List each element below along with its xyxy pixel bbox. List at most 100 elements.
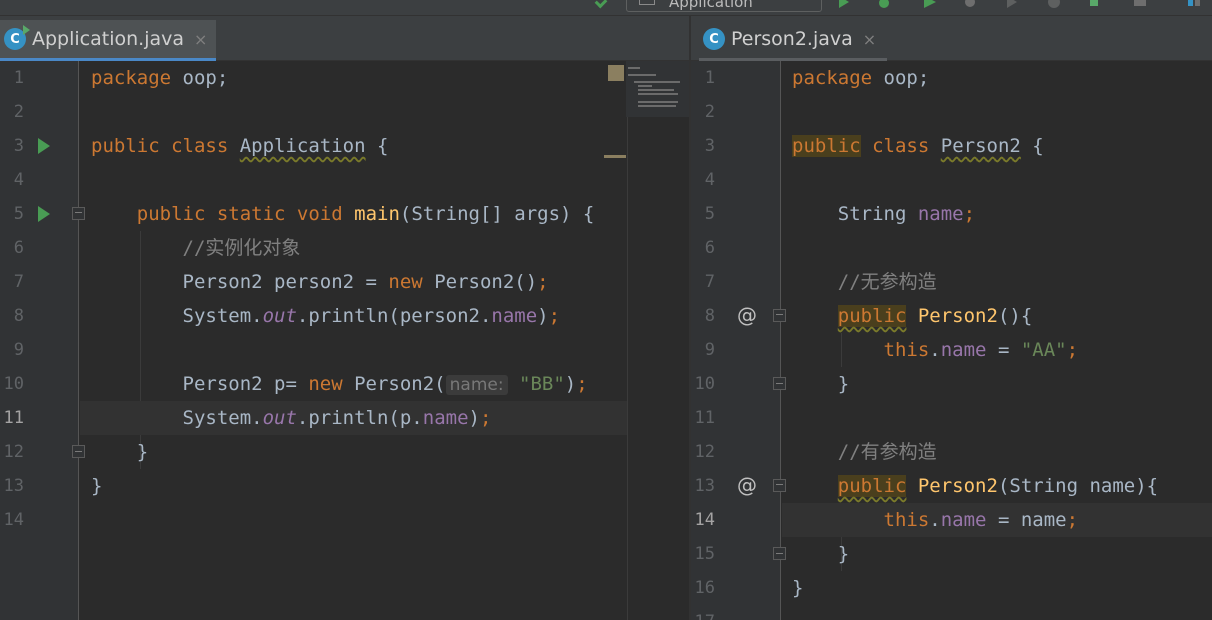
stop-icon[interactable]: [1046, 0, 1062, 8]
code-text: //无参构造: [837, 271, 937, 293]
current-code-line[interactable]: 14 this.name = name;: [691, 503, 1212, 537]
code-line[interactable]: 7 Person2 person2 = new Person2();: [0, 265, 689, 299]
code-line[interactable]: 6: [691, 231, 1212, 265]
code-line[interactable]: 3 public class Person2 {: [691, 129, 1212, 163]
fold-open-icon[interactable]: [72, 207, 85, 220]
left-tab-bar: C Application.java ×: [0, 16, 689, 61]
run-configuration-label: Application: [669, 0, 753, 11]
project-structure-icon[interactable]: [1132, 0, 1148, 8]
code-line[interactable]: 5 String name;: [691, 197, 1212, 231]
java-class-icon: C: [703, 28, 725, 50]
line-number: 13: [694, 476, 715, 496]
right-code-editor[interactable]: 1 package oop; 2 3 public class Person2 { …: [691, 61, 1212, 620]
run-class-icon[interactable]: [38, 138, 50, 154]
code-text: }: [91, 441, 149, 463]
line-number: 15: [694, 544, 715, 564]
line-number: 5: [13, 204, 24, 224]
profile-icon[interactable]: [962, 0, 978, 8]
code-line[interactable]: 12 }: [0, 435, 689, 469]
code-line[interactable]: 12 //有参构造: [691, 435, 1212, 469]
line-number: 12: [3, 442, 24, 462]
code-line[interactable]: 16}: [691, 571, 1212, 605]
line-number: 3: [13, 136, 24, 156]
code-line[interactable]: 9: [0, 333, 689, 367]
code-line[interactable]: 15 }: [691, 537, 1212, 571]
run-main-icon[interactable]: [38, 206, 50, 222]
code-line[interactable]: 9 this.name = "AA";: [691, 333, 1212, 367]
code-line[interactable]: 4: [0, 163, 689, 197]
code-text: System.out.println(p.name);: [91, 407, 492, 429]
code-text: String name;: [792, 203, 976, 225]
code-text: Person2 person2 = new Person2();: [91, 271, 549, 293]
line-number: 9: [704, 340, 715, 360]
code-text: }: [792, 373, 850, 395]
code-line[interactable]: 10 }: [691, 367, 1212, 401]
code-line[interactable]: 11: [691, 401, 1212, 435]
build-arrow-icon[interactable]: [594, 0, 608, 9]
run-configuration-select[interactable]: Application: [626, 0, 822, 12]
overrides-icon[interactable]: @: [737, 301, 757, 329]
coverage-icon[interactable]: [922, 0, 938, 8]
code-line[interactable]: 7 //无参构造: [691, 265, 1212, 299]
line-number: 8: [13, 306, 24, 326]
code-text: //有参构造: [837, 441, 937, 463]
fold-close-icon[interactable]: [773, 377, 786, 390]
code-text: package oop;: [792, 67, 930, 89]
code-line[interactable]: 2: [691, 95, 1212, 129]
code-text: System.out.println(person2.name);: [91, 305, 561, 327]
close-tab-icon[interactable]: ×: [863, 30, 876, 49]
debug-icon[interactable]: [876, 0, 892, 8]
tab-application-java[interactable]: C Application.java ×: [0, 20, 216, 61]
line-number: 4: [704, 170, 715, 190]
code-line[interactable]: 3 public class Application {: [0, 129, 689, 163]
overrides-icon[interactable]: @: [737, 471, 757, 499]
line-number: 6: [13, 238, 24, 258]
right-tab-bar: C Person2.java ×: [691, 16, 1212, 61]
tab-person2-java[interactable]: C Person2.java ×: [699, 20, 887, 61]
fold-close-icon[interactable]: [72, 445, 85, 458]
code-line[interactable]: 17: [691, 605, 1212, 620]
code-text: }: [91, 475, 103, 497]
line-number: 1: [704, 68, 715, 88]
build-project-icon[interactable]: [1086, 0, 1102, 8]
line-number: 6: [704, 238, 715, 258]
line-number: 5: [704, 204, 715, 224]
code-line[interactable]: 1 package oop;: [691, 61, 1212, 95]
code-line[interactable]: 6 //实例化对象: [0, 231, 689, 265]
code-line[interactable]: 8 @ public Person2(){: [691, 299, 1212, 333]
code-line[interactable]: 1 package oop;: [0, 61, 689, 95]
line-number: 11: [3, 408, 24, 428]
close-tab-icon[interactable]: ×: [194, 30, 207, 49]
run-disabled-icon[interactable]: [1004, 0, 1020, 8]
code-text: this.name = "AA";: [883, 339, 1079, 361]
line-number: 10: [3, 374, 24, 394]
run-icon[interactable]: [836, 0, 852, 8]
line-number: 10: [694, 374, 715, 394]
line-number: 9: [13, 340, 24, 360]
code-text: }: [792, 543, 850, 565]
code-line[interactable]: 13}: [0, 469, 689, 503]
code-line[interactable]: 4: [691, 163, 1212, 197]
left-code-editor[interactable]: 1 package oop; 2 3 public class Applicatio…: [0, 61, 689, 620]
current-code-line[interactable]: 11 System.out.println(p.name);: [0, 401, 689, 435]
application-config-icon: [639, 0, 655, 5]
code-line[interactable]: 14: [0, 503, 689, 537]
code-line[interactable]: 8 System.out.println(person2.name);: [0, 299, 689, 333]
code-line[interactable]: 13 @ public Person2(String name){: [691, 469, 1212, 503]
line-number: 12: [694, 442, 715, 462]
code-text: Person2 p= new Person2(name: "BB");: [91, 373, 588, 395]
code-text: package oop;: [91, 67, 229, 89]
code-line[interactable]: 5 public static void main(String[] args)…: [0, 197, 689, 231]
code-text: this.name = name;: [883, 509, 1079, 531]
code-line[interactable]: 2: [0, 95, 689, 129]
search-everywhere-icon[interactable]: [1186, 0, 1202, 8]
line-number: 7: [704, 272, 715, 292]
fold-open-icon[interactable]: [773, 479, 786, 492]
code-line[interactable]: 10 Person2 p= new Person2(name: "BB");: [0, 367, 689, 401]
tab-label: Application.java: [32, 28, 185, 50]
fold-close-icon[interactable]: [773, 547, 786, 560]
fold-open-icon[interactable]: [773, 309, 786, 322]
line-number: 13: [3, 476, 24, 496]
line-number: 2: [13, 102, 24, 122]
line-number: 11: [694, 408, 715, 428]
